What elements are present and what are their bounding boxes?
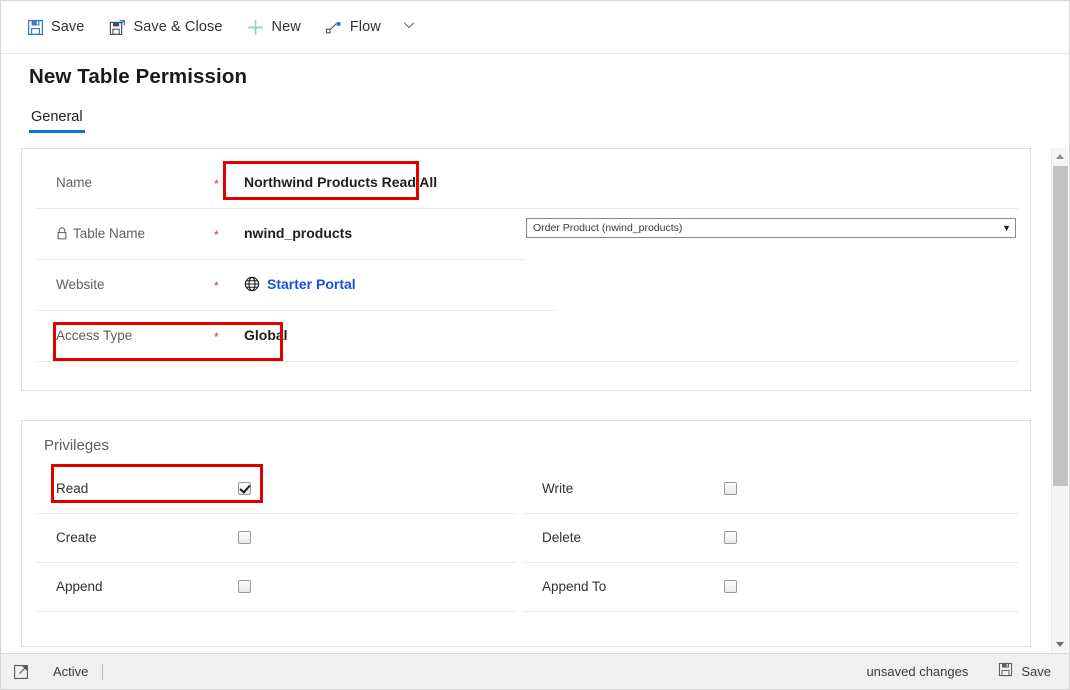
required-marker-access-type: * (214, 330, 219, 344)
save-and-close-button-label: Save & Close (133, 19, 223, 35)
save-floppy-icon (998, 662, 1013, 682)
field-value-name[interactable]: Northwind Products Read All (232, 174, 437, 190)
privilege-row-append: Append (56, 562, 516, 611)
privilege-checkbox-append[interactable] (238, 580, 251, 593)
privilege-label-append-to: Append To (542, 579, 607, 594)
divider-privilege-append-to (522, 611, 1018, 612)
privilege-checkbox-read[interactable] (238, 482, 251, 495)
privileges-title: Privileges (44, 437, 110, 454)
privilege-label-read: Read (56, 481, 89, 496)
privilege-checkbox-create[interactable] (238, 531, 251, 544)
record-status-label: Active (53, 664, 89, 679)
field-label-access-type: Access Type (56, 327, 133, 343)
flow-icon (325, 18, 343, 36)
privilege-row-write: Write (542, 464, 1002, 513)
divider-privilege-append (36, 611, 516, 612)
privilege-label-create: Create (56, 530, 97, 545)
save-and-close-button[interactable]: Save & Close (99, 10, 231, 44)
form-scroll-area: Name * Northwind Products Read All Table… (21, 148, 1037, 653)
globe-icon (244, 276, 260, 292)
status-bar-left: Active (11, 662, 104, 682)
form-vertical-scrollbar[interactable] (1051, 148, 1068, 653)
chevron-down-icon (402, 18, 416, 37)
command-bar: Save Save & Close New Flow (1, 1, 1069, 54)
privilege-checkbox-append-to[interactable] (724, 580, 737, 593)
table-permission-window: Save Save & Close New Flow New Table Per… (0, 0, 1070, 690)
privilege-label-write: Write (542, 481, 574, 496)
save-floppy-icon (26, 18, 44, 36)
tab-general-label: General (31, 109, 83, 125)
lock-icon (56, 226, 68, 240)
field-label-table-name-text: Table Name (73, 225, 146, 241)
field-value-website-text: Starter Portal (267, 276, 356, 292)
scrollbar-thumb[interactable] (1053, 166, 1068, 486)
divider-access-type-row (36, 361, 1018, 362)
form-tabs: General (29, 109, 107, 133)
status-bar: Active unsaved changes Save (1, 653, 1069, 689)
privilege-row-delete: Delete (542, 513, 1002, 562)
flow-button-label: Flow (349, 19, 381, 35)
flow-button[interactable]: Flow (316, 10, 390, 44)
field-value-website-link[interactable]: Starter Portal (232, 276, 356, 292)
save-button[interactable]: Save (17, 10, 93, 44)
footer-save-label: Save (1021, 664, 1051, 679)
field-label-website: Website (56, 276, 105, 292)
status-bar-divider (102, 663, 104, 680)
unsaved-changes-label: unsaved changes (866, 664, 969, 679)
scroll-down-arrow-icon[interactable] (1052, 636, 1068, 653)
command-bar-overflow-button[interactable] (396, 12, 422, 42)
field-row-table-name: Table Name * nwind_products (56, 208, 352, 258)
save-and-close-floppy-icon (108, 18, 126, 36)
field-row-name: Name * Northwind Products Read All (56, 157, 437, 207)
field-row-website: Website * Starter Portal (56, 259, 356, 309)
field-row-access-type: Access Type * Global (56, 310, 288, 360)
general-section-card: Name * Northwind Products Read All Table… (21, 148, 1031, 391)
new-button-label: New (271, 19, 301, 35)
privilege-checkbox-write[interactable] (724, 482, 737, 495)
plus-icon (247, 18, 265, 36)
new-button[interactable]: New (238, 10, 310, 44)
privilege-label-delete: Delete (542, 530, 582, 545)
field-label-name: Name (56, 174, 93, 190)
status-bar-right: unsaved changes Save (866, 659, 1055, 685)
dropdown-arrow-icon: ▼ (1002, 222, 1011, 233)
privilege-row-read: Read (56, 464, 516, 513)
field-value-table-name[interactable]: nwind_products (232, 225, 352, 241)
privilege-checkbox-delete[interactable] (724, 531, 737, 544)
required-marker-website: * (214, 279, 219, 293)
save-button-label: Save (51, 19, 85, 35)
privilege-row-append-to: Append To (542, 562, 1002, 611)
table-name-lookup-select[interactable]: Order Product (nwind_products) ▼ (526, 218, 1016, 238)
privilege-row-create: Create (56, 513, 516, 562)
field-value-access-type[interactable]: Global (232, 327, 288, 343)
required-marker-name: * (214, 177, 219, 191)
open-in-new-window-icon[interactable] (11, 662, 31, 682)
required-marker-table-name: * (214, 228, 219, 242)
scroll-up-arrow-icon[interactable] (1052, 148, 1068, 165)
field-label-table-name: Table Name (56, 226, 214, 241)
privileges-section-card: Privileges Read Create Append Write Dele… (21, 420, 1031, 647)
table-name-lookup-value: Order Product (nwind_products) (533, 222, 683, 234)
tab-general[interactable]: General (29, 109, 85, 133)
page-title: New Table Permission (29, 65, 248, 88)
privilege-label-append: Append (56, 579, 103, 594)
footer-save-button[interactable]: Save (994, 659, 1055, 685)
